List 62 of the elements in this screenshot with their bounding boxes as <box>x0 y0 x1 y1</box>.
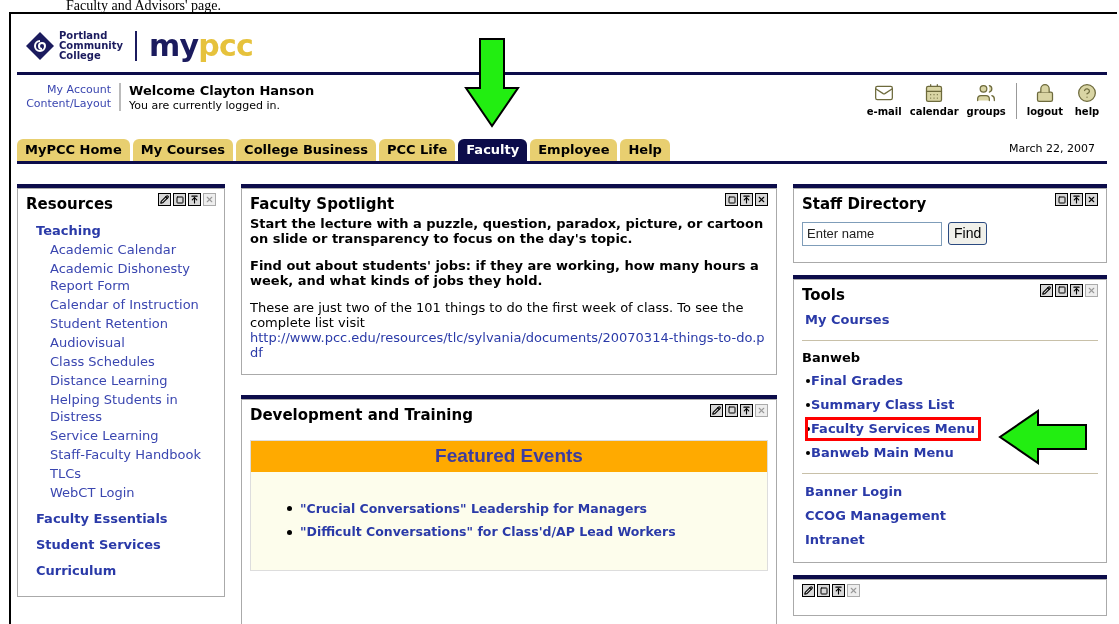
nav-tab[interactable]: MyPCC Home <box>17 139 130 161</box>
tool-link[interactable]: Summary Class List <box>805 393 961 417</box>
account-link[interactable]: My Account <box>47 83 111 97</box>
resource-link[interactable]: Calendar of Instruction <box>36 294 216 314</box>
resource-link[interactable]: WebCT Login <box>36 482 216 502</box>
panel-title: Resources <box>26 194 114 215</box>
featured-events-header: Featured Events <box>251 441 767 472</box>
toolbar-button[interactable]: help <box>1067 83 1107 118</box>
resource-link[interactable]: Staff-Faculty Handbook <box>36 444 216 464</box>
event-link[interactable]: "Difficult Conversations" for Class'd/AP Lead Workers <box>300 523 676 542</box>
resource-link[interactable]: Service Learning <box>36 425 216 445</box>
resource-link[interactable]: Academic Calendar <box>36 239 216 259</box>
note-text: These are just two of the 101 things to do the first week of class. To see the complete list visit <box>250 299 745 330</box>
panel-title: Staff Directory <box>802 194 927 215</box>
name-field[interactable]: Enter name <box>802 221 942 246</box>
resource-link[interactable]: Student Retention <box>36 313 216 333</box>
event-link[interactable]: "Crucial Conversations" Leadership for Managers <box>300 499 648 519</box>
current-date: March 22, 2007 <box>1009 140 1096 157</box>
tool-link[interactable]: Faculty Services Menu <box>805 417 982 441</box>
toolbar-button[interactable]: groups <box>962 83 1010 118</box>
nav-tab[interactable]: Help <box>620 139 670 161</box>
nav-tab[interactable]: Faculty <box>458 139 528 161</box>
nav-tab[interactable]: College Business <box>236 139 376 161</box>
college-name: Community <box>59 41 123 51</box>
tool-link[interactable]: Banner Login <box>799 480 909 504</box>
document-link[interactable]: http://www.pcc.edu/resources/tlc/sylvania/documents/20070314-things-to-do.pdf <box>250 329 768 360</box>
resource-link[interactable]: Distance Learning <box>36 370 216 390</box>
resource-link[interactable]: Class Schedules <box>36 351 216 371</box>
college-name: College <box>59 51 101 61</box>
find-button[interactable]: Find <box>948 222 988 245</box>
toolbar-button[interactable]: logout <box>1022 83 1067 118</box>
toolbar-button[interactable]: calendar <box>905 83 963 118</box>
tip-text: Start the lecture with a puzzle, question, paradox, picture, or cartoon on slide or transparency to focus on the day's topic. <box>250 215 765 246</box>
toolbar-button[interactable]: e-mail <box>862 83 906 118</box>
nav-tab[interactable]: My Courses <box>132 139 234 161</box>
account-link[interactable]: Content/Layout <box>26 97 111 111</box>
resource-link[interactable]: Audiovisual <box>36 332 216 352</box>
resource-link[interactable]: TLCs <box>36 463 216 483</box>
brand-name: my <box>149 31 199 61</box>
section-link[interactable]: Teaching <box>36 221 216 240</box>
tool-link[interactable]: CCOG Management <box>799 504 953 528</box>
panel-title: Tools <box>802 284 845 306</box>
login-status: You are currently logged in. <box>129 98 281 113</box>
resource-link[interactable]: Academic Dishonesty Report Form <box>36 258 216 295</box>
section-link[interactable]: Student Services <box>36 535 216 554</box>
tool-link[interactable]: My Courses <box>799 308 896 332</box>
nav-tab[interactable]: PCC Life <box>378 139 456 161</box>
brand-name: pcc <box>198 31 254 61</box>
nav-tab[interactable]: Employee <box>530 139 618 161</box>
group-heading: Banweb <box>802 349 862 367</box>
college-name: Portland <box>59 31 109 41</box>
section-link[interactable]: Faculty Essentials <box>36 509 216 528</box>
resource-link[interactable]: Helping Students in Distress <box>36 389 216 426</box>
tool-link[interactable]: Intranet <box>799 528 871 552</box>
document-caption: Faculty and Advisors' page. <box>65 0 222 12</box>
panel-title: Development and Training <box>250 404 473 426</box>
section-link[interactable]: Curriculum <box>36 561 216 580</box>
tip-text: Find out about students' jobs: if they are working, how many hours a week, and what kinds of jobs they hold. <box>250 257 760 288</box>
panel-title: Faculty Spotlight <box>250 194 395 215</box>
tool-link[interactable]: Banweb Main Menu <box>805 441 960 465</box>
welcome-text: Welcome Clayton Hanson <box>129 83 315 98</box>
tool-link[interactable]: Final Grades <box>805 369 910 393</box>
